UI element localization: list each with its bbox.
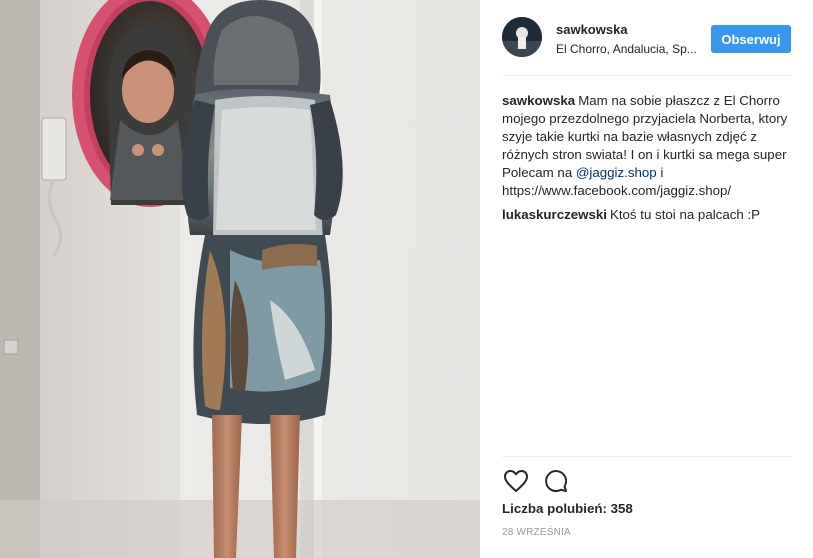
comment-username[interactable]: lukaskurczewski (502, 207, 607, 222)
post-actions: Liczba polubień: 358 28 WRZEŚNIA (502, 456, 792, 538)
avatar[interactable] (502, 17, 542, 57)
avatar-image (502, 17, 542, 57)
author-username[interactable]: sawkowska (556, 22, 628, 37)
post-sidebar: sawkowska El Chorro, Andalucia, Sp... Ob… (480, 0, 813, 558)
list-item: lukaskurczewski Ktoś tu stoi na palcach :… (502, 206, 792, 224)
post-location[interactable]: El Chorro, Andalucia, Sp... (556, 42, 696, 56)
post-photo[interactable] (0, 0, 480, 558)
comment-username[interactable]: sawkowska (502, 93, 575, 108)
follow-button[interactable]: Obserwuj (711, 25, 791, 53)
heart-icon[interactable] (502, 467, 530, 495)
caption-comment: sawkowska Mam na sobie płaszcz z El Chorr… (502, 92, 792, 200)
likes-label: Liczba polubień: (502, 501, 607, 516)
comment-icon[interactable] (542, 467, 570, 495)
post-header: sawkowska El Chorro, Andalucia, Sp... Ob… (502, 14, 792, 76)
likes-number: 358 (610, 501, 633, 516)
photo-image (0, 0, 480, 558)
comments-list: sawkowska Mam na sobie płaszcz z El Chorr… (502, 92, 792, 230)
post-date[interactable]: 28 WRZEŚNIA (502, 527, 571, 538)
comment-text: Ktoś tu stoi na palcach :P (609, 207, 761, 222)
likes-count[interactable]: Liczba polubień: 358 (502, 501, 633, 516)
mention-link[interactable]: @jaggiz.shop (576, 165, 657, 180)
